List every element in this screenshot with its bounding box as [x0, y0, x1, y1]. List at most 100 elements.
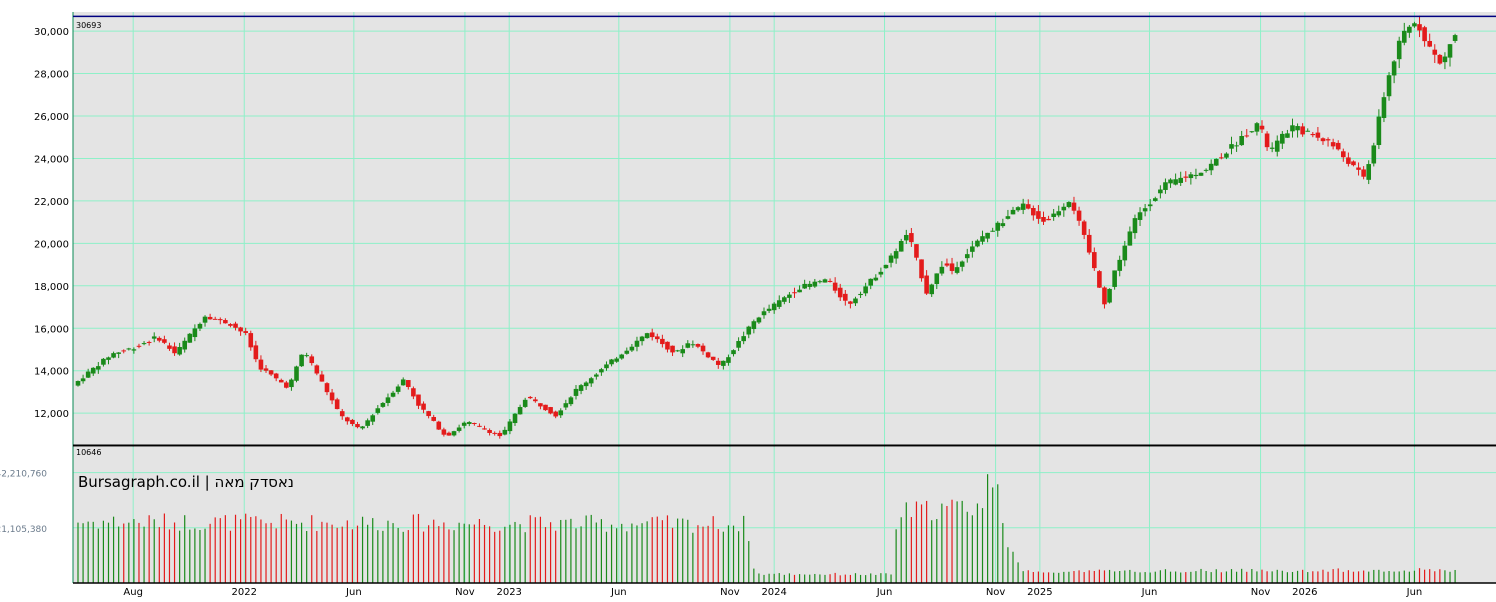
candle-body [101, 358, 106, 365]
candle-body [670, 345, 675, 353]
candle-body [355, 424, 360, 428]
candle-body [304, 355, 309, 357]
candle-body [538, 403, 543, 407]
candle-body [187, 333, 193, 343]
candle-body [202, 316, 208, 323]
price-tick-label: 20,000 [34, 239, 69, 250]
price-tick-label: 16,000 [34, 324, 69, 335]
candle-body [868, 278, 874, 286]
candle-body [426, 411, 431, 417]
candle-body [273, 373, 279, 379]
candle-body [1391, 61, 1397, 76]
candle-body [1427, 40, 1432, 47]
candle-body [649, 332, 655, 338]
candle-body [1341, 151, 1346, 158]
candle-body [1356, 167, 1361, 170]
candle-body [212, 318, 218, 320]
candle-body [563, 403, 569, 408]
candle-body [126, 348, 132, 350]
price-tick-label: 24,000 [34, 154, 69, 165]
candle-body [1142, 208, 1148, 212]
candle-body [294, 366, 299, 381]
candle-body [360, 426, 365, 429]
candle-body [1208, 163, 1214, 171]
candle-body [1132, 218, 1138, 234]
candle-body [751, 321, 757, 330]
candle-body [1081, 221, 1087, 235]
candle-body [893, 251, 899, 259]
candle-body [1086, 234, 1092, 253]
candle-body [1107, 288, 1112, 303]
candle-body [441, 429, 447, 435]
candle-body [80, 378, 86, 382]
candle-body [411, 388, 416, 397]
candle-body [238, 327, 243, 332]
candle-body [228, 324, 233, 326]
candle-body [604, 364, 609, 369]
candle-body [1229, 144, 1234, 149]
time-tick-label: Nov [720, 587, 740, 598]
candle-body [1056, 211, 1062, 216]
price-tick-label: 22,000 [34, 197, 69, 208]
candle-body [797, 289, 802, 293]
candle-body [96, 366, 101, 370]
candle-body [710, 356, 716, 360]
candle-body [685, 343, 691, 348]
candle-body [1010, 209, 1016, 215]
candle-body [741, 336, 746, 342]
candle-body [1031, 208, 1036, 216]
candle-body [853, 298, 858, 304]
candle-body [1178, 177, 1183, 183]
price-panel [73, 12, 1496, 445]
min-value-label: 10646 [76, 448, 101, 457]
candle-body [761, 311, 767, 316]
candle-body [1198, 172, 1204, 176]
candle-body [883, 264, 889, 269]
candle-body [278, 379, 284, 383]
candle-body [1300, 126, 1305, 135]
candle-body [1269, 147, 1275, 149]
candle-body [517, 407, 523, 415]
time-tick-label: 2022 [232, 587, 257, 598]
candle-body [1330, 142, 1336, 147]
candle-body [654, 336, 660, 340]
candle-body [1417, 24, 1422, 31]
candle-body [721, 360, 726, 366]
candle-body [1005, 216, 1011, 219]
candle-body [466, 422, 472, 424]
candle-body [1000, 223, 1006, 227]
candle-body [533, 399, 538, 402]
candle-body [1351, 161, 1356, 166]
candle-body [370, 415, 376, 422]
candle-body [146, 341, 152, 343]
price-tick-label: 14,000 [34, 367, 69, 378]
candle-body [1386, 75, 1392, 97]
candle-body [350, 419, 355, 425]
candle-body [284, 382, 289, 388]
candle-body [253, 345, 259, 360]
candle-body [914, 244, 919, 258]
candle-body [451, 431, 457, 436]
candle-body [1046, 218, 1051, 221]
candle-body [1173, 179, 1178, 185]
price-tick-label: 26,000 [34, 112, 69, 123]
candle-body [817, 281, 823, 283]
candle-body [1376, 116, 1382, 146]
candle-body [192, 328, 198, 338]
candle-body [1335, 142, 1341, 150]
candle-body [898, 241, 904, 252]
candle-body [1163, 182, 1168, 190]
candle-body [1381, 97, 1387, 118]
candle-body [756, 317, 762, 323]
candle-body [400, 379, 406, 386]
candle-body [1401, 30, 1407, 43]
candle-body [594, 374, 599, 377]
candle-body [1036, 211, 1041, 219]
candle-body [167, 345, 172, 349]
volume-tick-label: 21,105,380 [0, 525, 47, 535]
candle-body [812, 281, 818, 287]
candle-body [1432, 49, 1438, 55]
price-tick-label: 28,000 [34, 70, 69, 81]
candle-body [121, 350, 127, 352]
candle-body [390, 392, 396, 397]
